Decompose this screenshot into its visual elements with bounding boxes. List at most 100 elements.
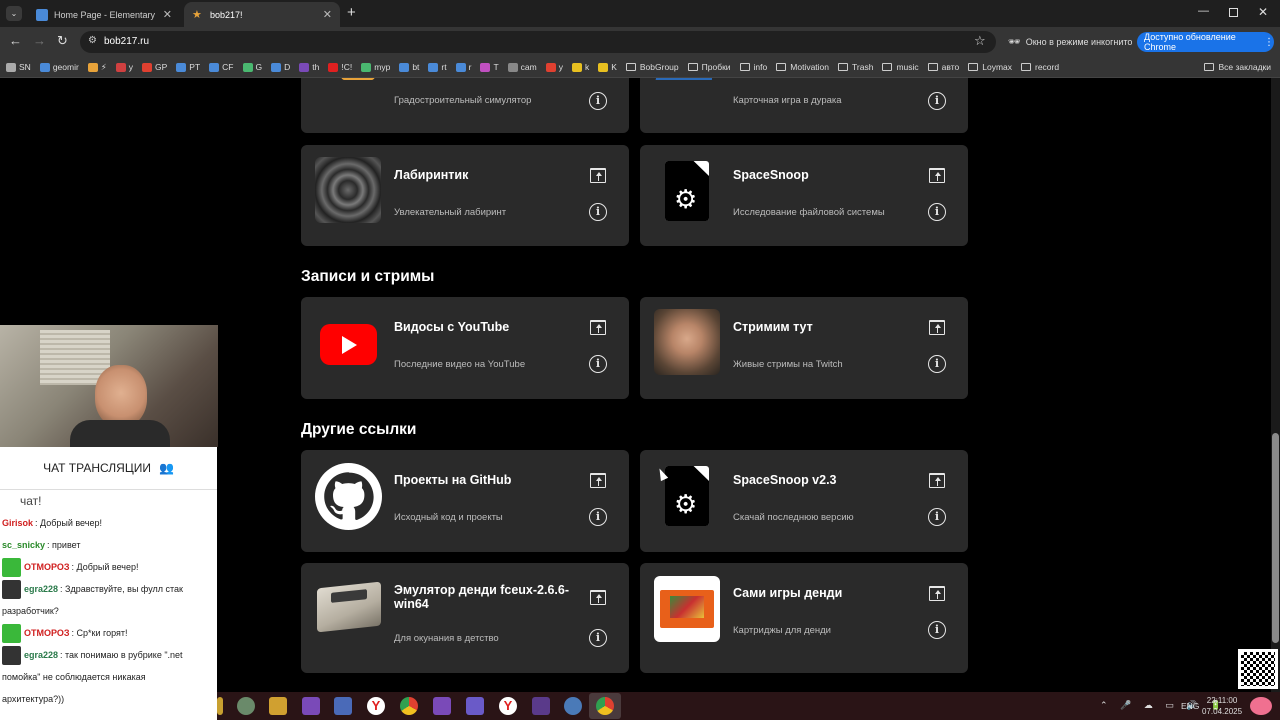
card-spacesnoop[interactable]: ⚙ SpaceSnoop Исследование файловой систе…	[640, 145, 968, 246]
chat-username[interactable]: ОТМОРОЗ	[24, 622, 70, 644]
open-link-icon[interactable]	[929, 586, 945, 601]
app-icon-1[interactable]	[217, 697, 223, 715]
tab-search-button[interactable]: ⌄	[6, 6, 22, 21]
open-link-icon[interactable]	[590, 320, 606, 335]
open-link-icon[interactable]	[590, 168, 606, 183]
card-dendy-games[interactable]: Сами игры денди Картриджы для денди i	[640, 563, 968, 673]
users-icon[interactable]: 👥	[159, 461, 174, 475]
forward-icon[interactable]: →	[33, 33, 46, 48]
new-tab-icon[interactable]: +	[347, 4, 356, 21]
open-link-icon[interactable]	[929, 320, 945, 335]
card-github[interactable]: Проекты на GitHub Исходный код и проекты…	[301, 450, 629, 552]
app-icon-3[interactable]	[269, 697, 287, 715]
card-youtube[interactable]: Видосы с YouTube Последние видео на YouT…	[301, 297, 629, 399]
bookmark-item[interactable]: G	[242, 62, 262, 72]
info-icon[interactable]: i	[928, 203, 946, 221]
scrollbar-thumb[interactable]	[1272, 433, 1279, 643]
info-icon[interactable]: i	[928, 621, 946, 639]
bookmark-item[interactable]: geomir	[39, 62, 79, 72]
incognito-indicator[interactable]: 🕶 Окно в режиме инкогнито	[1008, 33, 1132, 51]
bookmark-item[interactable]: BobGroup	[625, 62, 679, 72]
app-icon-5[interactable]	[532, 697, 550, 715]
bookmark-item[interactable]: !C!	[328, 62, 352, 72]
yandex-icon[interactable]: Y	[367, 697, 385, 715]
chat-username[interactable]: egra228	[24, 578, 58, 600]
bookmark-item[interactable]: ⚡	[87, 62, 107, 73]
bookmark-item[interactable]: myp	[361, 62, 390, 72]
site-info-icon[interactable]: ⚙	[88, 35, 97, 46]
bookmark-item[interactable]: Trash	[838, 62, 873, 72]
chat-username[interactable]: Girisok	[2, 512, 33, 534]
info-icon[interactable]: i	[589, 203, 607, 221]
bookmark-item[interactable]: K	[598, 62, 617, 72]
restore-icon[interactable]	[1229, 8, 1238, 17]
app-icon-2[interactable]	[237, 697, 255, 715]
card-twitch[interactable]: Стримим тут Живые стримы на Twitch i	[640, 297, 968, 399]
open-link-icon[interactable]	[590, 590, 606, 605]
page-scrollbar[interactable]	[1271, 78, 1280, 692]
info-icon[interactable]: i	[589, 92, 607, 110]
close-icon[interactable]: ✕	[323, 8, 332, 21]
bookmark-item[interactable]: GP	[142, 62, 167, 72]
bookmark-item[interactable]: music	[882, 62, 919, 72]
reload-icon[interactable]: ↻	[57, 33, 68, 49]
vs-icon-2[interactable]	[433, 697, 451, 715]
tab-bob217[interactable]: ★ bob217! ✕	[184, 2, 340, 27]
info-icon[interactable]: i	[589, 629, 607, 647]
open-link-icon[interactable]	[929, 473, 945, 488]
bookmark-item[interactable]: record	[1021, 62, 1059, 72]
close-window-icon[interactable]: ✕	[1258, 5, 1268, 19]
info-icon[interactable]: i	[589, 355, 607, 373]
close-icon[interactable]: ✕	[163, 8, 172, 21]
bookmark-item[interactable]: th	[299, 62, 319, 72]
open-link-icon[interactable]	[590, 473, 606, 488]
card-spacesnoop-v23[interactable]: ⚙ SpaceSnoop v2.3 Скачай последнюю верси…	[640, 450, 968, 552]
chat-username[interactable]: sc_snicky	[2, 534, 45, 556]
bookmark-item[interactable]: cam	[507, 62, 537, 72]
bookmark-star-icon[interactable]: ☆	[974, 33, 986, 49]
bookmark-item[interactable]: Пробки	[687, 62, 731, 72]
bookmark-item[interactable]: авто	[927, 62, 959, 72]
update-chrome-button[interactable]: Доступно обновление Chrome ⋮	[1137, 32, 1274, 52]
notification-pig-icon[interactable]	[1250, 697, 1272, 715]
back-icon[interactable]: ←	[9, 33, 22, 48]
bookmark-item[interactable]: PT	[176, 62, 200, 72]
address-bar[interactable]: ⚙ bob217.ru ☆	[80, 31, 996, 53]
card-durak[interactable]: Карточная игра в дурака i	[640, 78, 968, 133]
bookmark-item[interactable]: k	[571, 62, 589, 72]
bookmark-item[interactable]: y	[115, 62, 133, 72]
info-icon[interactable]: i	[928, 355, 946, 373]
vs-icon-3[interactable]	[466, 697, 484, 715]
card-city-simulator[interactable]: Градостроительный симулятор i	[301, 78, 629, 133]
bookmark-item[interactable]: y	[545, 62, 563, 72]
bookmark-item[interactable]: bt	[399, 62, 419, 72]
info-icon[interactable]: i	[589, 508, 607, 526]
bookmark-item[interactable]: CF	[209, 62, 234, 72]
card-dendy-emulator[interactable]: Эмулятор денди fceux-2.6.6-win64 Для оку…	[301, 563, 629, 673]
bookmark-item[interactable]: Motivation	[776, 62, 829, 72]
card-labyrinth[interactable]: Лабиринтик Увлекательный лабиринт i	[301, 145, 629, 246]
vs-icon[interactable]	[302, 697, 320, 715]
info-icon[interactable]: i	[928, 508, 946, 526]
app-icon-6[interactable]	[564, 697, 582, 715]
app-icon-4[interactable]	[334, 697, 352, 715]
lang-indicator[interactable]: ENG	[1181, 701, 1199, 711]
chrome-icon[interactable]	[400, 697, 418, 715]
bookmark-item[interactable]: r	[455, 62, 471, 72]
chat-username[interactable]: ОТМОРОЗ	[24, 556, 70, 578]
bookmark-item[interactable]: SN	[6, 62, 31, 72]
bookmark-item[interactable]: D	[271, 62, 290, 72]
chat-username[interactable]: egra228	[24, 644, 58, 666]
clock[interactable]: 22:11:00 07.04.2025	[1202, 695, 1242, 717]
info-icon[interactable]: i	[928, 92, 946, 110]
bookmark-item[interactable]: info	[739, 62, 767, 72]
tab-home-page[interactable]: Home Page - Elementary ✕	[28, 2, 180, 27]
bookmark-item[interactable]: rt	[428, 62, 447, 72]
minimize-icon[interactable]: —	[1198, 5, 1209, 17]
bookmark-item[interactable]: T	[480, 62, 499, 72]
open-link-icon[interactable]	[929, 168, 945, 183]
bookmark-item[interactable]: Loymax	[968, 62, 1012, 72]
yandex-icon-2[interactable]: Y	[499, 697, 517, 715]
all-bookmarks[interactable]: Все закладки	[1204, 62, 1271, 72]
chrome-icon-active[interactable]	[589, 693, 621, 719]
